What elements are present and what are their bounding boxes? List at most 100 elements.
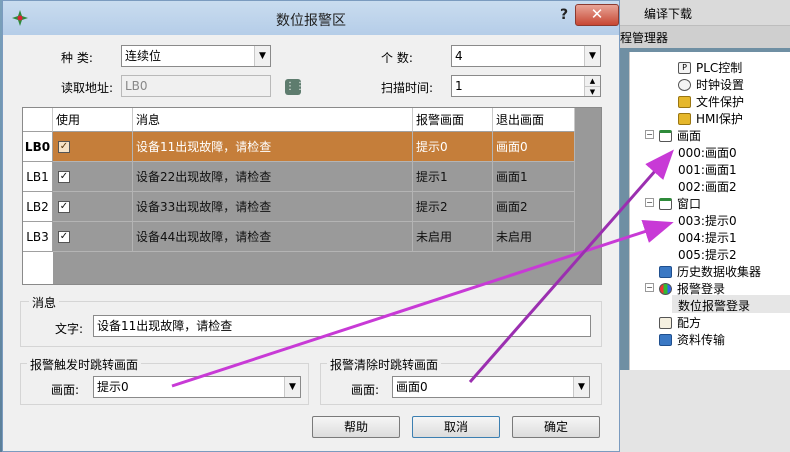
table-row[interactable]: LB1 ✓ 设备22出现故障，请检查 提示1 画面1 xyxy=(23,162,575,192)
column-header-message[interactable]: 消息 xyxy=(133,108,413,132)
row-header[interactable]: LB1 xyxy=(23,162,53,192)
alarm-icon xyxy=(659,283,672,295)
dialog-titlebar[interactable]: 数位报警区 ? ✕ xyxy=(3,1,619,35)
tree-item-screen-2[interactable]: 002:画面2 xyxy=(678,178,737,195)
text-label: 文字: xyxy=(55,322,84,336)
exit-screen-cell[interactable]: 未启用 xyxy=(493,222,575,252)
checkbox[interactable]: ✓ xyxy=(58,201,70,213)
compile-download-button[interactable]: 编译下载 xyxy=(644,5,692,22)
tree-item-recipe[interactable]: 配方 xyxy=(659,314,701,331)
clear-screen-select[interactable]: 画面0 ▼ xyxy=(392,376,590,398)
clear-group-title: 报警清除时跳转画面 xyxy=(327,356,442,373)
table-row[interactable]: LB2 ✓ 设备33出现故障，请检查 提示2 画面2 xyxy=(23,192,575,222)
cancel-button[interactable]: 取消 xyxy=(412,416,500,438)
lock-icon xyxy=(678,113,691,125)
scan-time-stepper[interactable]: 1 ▲ ▼ xyxy=(451,75,601,97)
message-cell[interactable]: 设备33出现故障，请检查 xyxy=(133,192,413,222)
column-header-exit-screen[interactable]: 退出画面 xyxy=(493,108,575,132)
spin-up-icon[interactable]: ▲ xyxy=(584,76,600,86)
tree-item-hmi-protect[interactable]: HMI保护 xyxy=(678,110,743,127)
type-label: 种 类: xyxy=(61,51,93,65)
alarm-screen-cell[interactable]: 提示1 xyxy=(413,162,493,192)
tree-item-clock[interactable]: 时钟设置 xyxy=(678,76,744,93)
checkbox[interactable]: ✓ xyxy=(58,141,70,153)
tree-item-window-2[interactable]: 005:提示2 xyxy=(678,246,737,263)
close-button[interactable]: ✕ xyxy=(575,4,619,26)
tree-item-bit-alarm[interactable]: 数位报警登录 xyxy=(678,297,750,314)
message-cell[interactable]: 设备11出现故障，请检查 xyxy=(133,132,413,162)
row-header[interactable]: LB0 xyxy=(23,132,53,162)
help-button[interactable]: 帮助 xyxy=(312,416,400,438)
chevron-down-icon: ▼ xyxy=(584,46,600,66)
scan-time-value: 1 xyxy=(455,79,463,93)
spin-down-icon[interactable]: ▼ xyxy=(584,86,600,96)
exit-screen-cell[interactable]: 画面1 xyxy=(493,162,575,192)
lock-icon xyxy=(678,96,691,108)
exit-screen-cell[interactable]: 画面2 xyxy=(493,192,575,222)
row-header[interactable]: LB2 xyxy=(23,192,53,222)
collapse-icon[interactable]: − xyxy=(645,283,654,292)
transfer-icon xyxy=(659,334,672,346)
window-icon xyxy=(659,198,672,210)
row-header[interactable]: LB3 xyxy=(23,222,53,252)
clock-icon xyxy=(678,79,691,91)
help-icon[interactable]: ? xyxy=(555,7,573,27)
tree-item-windows[interactable]: 窗口 xyxy=(659,195,701,212)
tree-item-transfer[interactable]: 资料传输 xyxy=(659,331,725,348)
tree-item-window-1[interactable]: 004:提示1 xyxy=(678,229,737,246)
message-text-value: 设备11出现故障，请检查 xyxy=(97,319,233,333)
alarm-grid: 使用 消息 报警画面 退出画面 LB0 ✓ 设备11出现故障，请检查 提示0 画… xyxy=(22,107,602,285)
scan-time-label: 扫描时间: xyxy=(381,81,434,95)
tree-item-alarm[interactable]: 报警登录 xyxy=(659,280,725,297)
tree-item-history[interactable]: 历史数据收集器 xyxy=(659,263,761,280)
tree-item-screen-1[interactable]: 001:画面1 xyxy=(678,161,737,178)
recipe-icon xyxy=(659,317,672,329)
checkbox[interactable]: ✓ xyxy=(58,171,70,183)
address-keypad-icon[interactable]: ⋮⋮ xyxy=(285,79,305,95)
message-cell[interactable]: 设备22出现故障，请检查 xyxy=(133,162,413,192)
message-text-input[interactable]: 设备11出现故障，请检查 xyxy=(93,315,591,337)
address-label: 读取地址: xyxy=(61,81,114,95)
tree-item-screens[interactable]: 画面 xyxy=(659,127,701,144)
use-cell[interactable]: ✓ xyxy=(53,162,133,192)
checkbox[interactable]: ✓ xyxy=(58,231,70,243)
bit-alarm-dialog: 数位报警区 ? ✕ 种 类: 连续位 ▼ 个 数: 4 ▼ 读取地址: LB0 … xyxy=(2,0,620,452)
table-row[interactable]: LB0 ✓ 设备11出现故障，请检查 提示0 画面0 xyxy=(23,132,575,162)
tree-item-file-protect[interactable]: 文件保护 xyxy=(678,93,744,110)
collapse-icon[interactable]: − xyxy=(645,198,654,207)
count-select[interactable]: 4 ▼ xyxy=(451,45,601,67)
dialog-title: 数位报警区 xyxy=(276,13,346,29)
save-disk-icon xyxy=(659,266,672,278)
ok-button[interactable]: 确定 xyxy=(512,416,600,438)
chevron-down-icon: ▼ xyxy=(254,46,270,66)
use-cell[interactable]: ✓ xyxy=(53,222,133,252)
count-value: 4 xyxy=(455,49,463,63)
chevron-down-icon: ▼ xyxy=(284,377,300,397)
column-header-alarm-screen[interactable]: 报警画面 xyxy=(413,108,493,132)
collapse-icon[interactable]: − xyxy=(645,130,654,139)
trigger-screen-value: 提示0 xyxy=(97,380,129,394)
trigger-screen-select[interactable]: 提示0 ▼ xyxy=(93,376,301,398)
grid-empty-area xyxy=(23,252,53,284)
alarm-screen-cell[interactable]: 提示0 xyxy=(413,132,493,162)
tree-item-screen-0[interactable]: 000:画面0 xyxy=(678,144,737,161)
tree-item-window-0[interactable]: 003:提示0 xyxy=(678,212,737,229)
table-row[interactable]: LB3 ✓ 设备44出现故障，请检查 未启用 未启用 xyxy=(23,222,575,252)
clear-screen-label: 画面: xyxy=(351,383,380,397)
alarm-screen-cell[interactable]: 未启用 xyxy=(413,222,493,252)
use-cell[interactable]: ✓ xyxy=(53,192,133,222)
exit-screen-cell[interactable]: 画面0 xyxy=(493,132,575,162)
alarm-screen-cell[interactable]: 提示2 xyxy=(413,192,493,222)
message-cell[interactable]: 设备44出现故障，请检查 xyxy=(133,222,413,252)
count-label: 个 数: xyxy=(381,51,413,65)
window-icon xyxy=(659,130,672,142)
use-cell[interactable]: ✓ xyxy=(53,132,133,162)
address-field: LB0 xyxy=(121,75,271,97)
chevron-down-icon: ▼ xyxy=(573,377,589,397)
column-header-use[interactable]: 使用 xyxy=(53,108,133,132)
tree-item-plc[interactable]: P PLC控制 xyxy=(678,59,742,76)
trigger-group-title: 报警触发时跳转画面 xyxy=(27,356,142,373)
type-select[interactable]: 连续位 ▼ xyxy=(121,45,271,67)
project-manager-title: 程管理器 xyxy=(620,31,669,45)
grid-corner xyxy=(23,108,53,132)
